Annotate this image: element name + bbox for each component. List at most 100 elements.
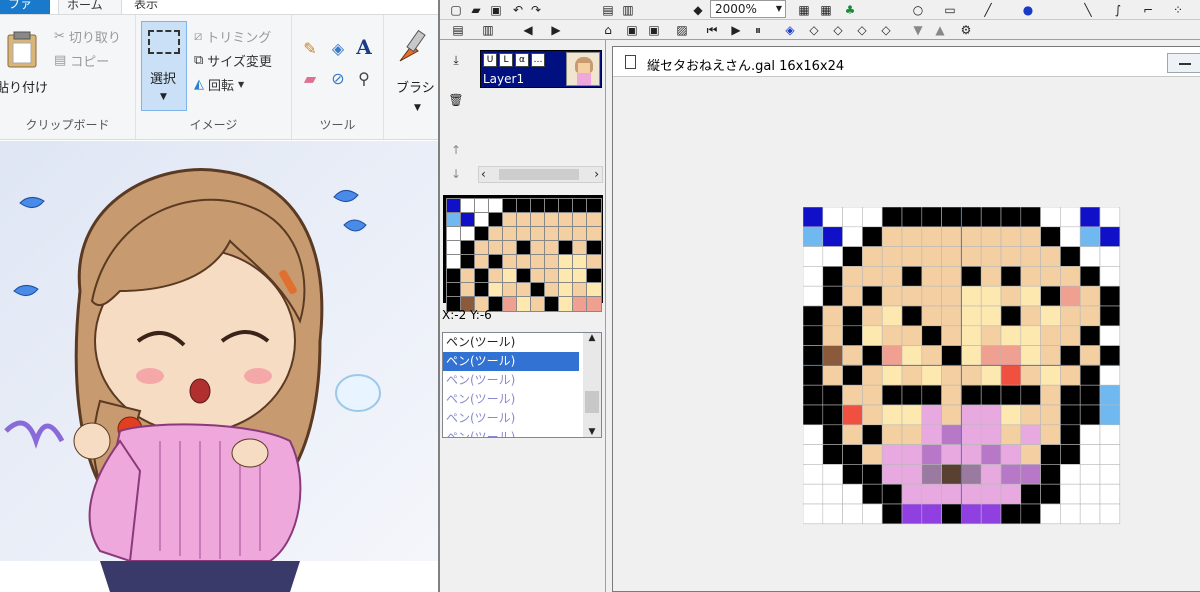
pixel-cell[interactable] — [1079, 345, 1101, 366]
pixel-cell[interactable] — [822, 207, 843, 228]
arrow-down-icon[interactable]: ▼ — [910, 22, 926, 38]
pixel-cell[interactable] — [1000, 404, 1022, 426]
pixel-cell[interactable] — [980, 266, 1002, 287]
pixel-cell[interactable] — [901, 345, 923, 366]
pixel-cell[interactable] — [1099, 266, 1121, 287]
pixel-cell[interactable] — [862, 226, 883, 247]
pencil-icon[interactable]: ✎ — [300, 39, 320, 59]
pixel-cell[interactable] — [842, 503, 863, 525]
layer-toggle-more[interactable]: … — [531, 53, 545, 67]
pixel-cell[interactable] — [842, 464, 863, 485]
layer-toggle-l[interactable]: L — [499, 53, 513, 67]
pixel-cell[interactable] — [1040, 207, 1061, 228]
tab-view[interactable]: 表示 — [126, 0, 176, 14]
pixel-cell[interactable] — [881, 365, 903, 386]
pixel-cell[interactable] — [921, 384, 942, 406]
home-icon[interactable]: ⌂ — [600, 22, 616, 38]
pixel-cell[interactable] — [980, 483, 1002, 505]
pixel-cell[interactable] — [961, 325, 982, 346]
pixel-cell[interactable] — [1000, 503, 1022, 525]
pixel-cell[interactable] — [980, 503, 1002, 525]
pixel-cell[interactable] — [980, 325, 1002, 346]
resize-button[interactable]: ⧉ サイズ変更 — [194, 51, 272, 70]
pixel-cell[interactable] — [1020, 444, 1041, 465]
pixel-cell[interactable] — [921, 444, 942, 465]
pixel-cell[interactable] — [921, 365, 942, 386]
pixel-cell[interactable] — [941, 404, 962, 426]
document-titlebar[interactable]: 縦セタおねえさん.gal 16x16x24 — [613, 47, 1200, 77]
pixel-cell[interactable] — [1000, 384, 1022, 406]
polyline-icon[interactable]: ⌐ — [1140, 2, 1156, 18]
pixel-cell[interactable] — [1060, 384, 1081, 406]
pixel-cell[interactable] — [941, 384, 962, 406]
pixel-cell[interactable] — [1040, 424, 1061, 445]
history-item[interactable]: ペン(ツール) — [443, 409, 579, 428]
pixel-cell[interactable] — [881, 345, 903, 366]
pixel-cell[interactable] — [822, 444, 843, 465]
pixel-cell[interactable] — [842, 404, 863, 426]
scroll-thumb[interactable] — [585, 391, 599, 413]
pixel-cell[interactable] — [1060, 483, 1081, 505]
pixel-cell[interactable] — [1020, 226, 1041, 247]
pixel-cell[interactable] — [862, 285, 883, 307]
pixel-cell[interactable] — [881, 483, 903, 505]
pixel-cell[interactable] — [901, 404, 923, 426]
pixel-cell[interactable] — [901, 365, 923, 386]
pixel-cell[interactable] — [1099, 226, 1121, 247]
curve-icon[interactable]: ∫ — [1110, 2, 1126, 18]
pixel-cell[interactable] — [862, 266, 883, 287]
zoom-select[interactable]: 2000% ▼ — [710, 0, 786, 18]
pixel-cell[interactable] — [803, 207, 824, 228]
pixel-cell[interactable] — [803, 424, 824, 445]
pixel-cell[interactable] — [921, 207, 942, 228]
pixel-cell[interactable] — [961, 285, 982, 307]
pixel-cell[interactable] — [1099, 285, 1121, 307]
pixel-cell[interactable] — [980, 365, 1002, 386]
pixel-cell[interactable] — [980, 384, 1002, 406]
pixel-cell[interactable] — [1099, 384, 1121, 406]
frame-paste-icon[interactable]: ▣ — [646, 22, 662, 38]
pixel-cell[interactable] — [1020, 285, 1041, 307]
pixel-cell[interactable] — [842, 285, 863, 307]
history-item[interactable]: ペン(ツール) — [443, 333, 579, 352]
chevron-right-icon[interactable]: › — [594, 167, 599, 181]
pixel-cell[interactable] — [1079, 483, 1101, 505]
pixel-cell[interactable] — [803, 305, 824, 327]
layer-down-icon[interactable]: ↓ — [448, 166, 464, 182]
pixel-cell[interactable] — [1079, 305, 1101, 327]
fill-icon[interactable]: ● — [1020, 2, 1036, 18]
pixel-cell[interactable] — [1000, 246, 1022, 267]
pixel-cell[interactable] — [901, 246, 923, 267]
pixel-cell[interactable] — [921, 266, 942, 287]
pixel-cell[interactable] — [1020, 325, 1041, 346]
pixel-cell[interactable] — [862, 246, 883, 267]
prev-frame-icon[interactable]: ◀ — [520, 22, 536, 38]
pixel-cell[interactable] — [1060, 246, 1081, 267]
frame-delete-icon[interactable]: ▨ — [674, 22, 690, 38]
mask-add-icon[interactable]: ◇ — [830, 22, 846, 38]
pixel-cell[interactable] — [1079, 444, 1101, 465]
pixel-cell[interactable] — [1099, 345, 1121, 366]
pixel-cell[interactable] — [1000, 325, 1022, 346]
pixel-cell[interactable] — [862, 464, 883, 485]
pixel-cell[interactable] — [1079, 464, 1101, 485]
magnifier-icon[interactable]: ⚲ — [354, 69, 374, 89]
tab-home[interactable]: ホーム — [58, 0, 122, 14]
paint-icon[interactable]: ◆ — [690, 2, 706, 18]
history-item[interactable]: ペン(ツール) — [443, 390, 579, 409]
pixel-cell[interactable] — [1000, 483, 1022, 505]
pixel-cell[interactable] — [803, 365, 824, 386]
pixel-cell[interactable] — [921, 424, 942, 445]
tab-file[interactable]: ファイル — [0, 0, 50, 31]
settings-icon[interactable]: ⚙ — [958, 22, 974, 38]
save-icon[interactable]: ▣ — [488, 2, 504, 18]
pixel-cell[interactable] — [901, 424, 923, 445]
pixel-cell[interactable] — [941, 226, 962, 247]
pixel-cell[interactable] — [1000, 365, 1022, 386]
history-item[interactable]: ペン(ツール) — [443, 371, 579, 390]
arrow-up-icon[interactable]: ▲ — [932, 22, 948, 38]
pixel-cell[interactable] — [862, 305, 883, 327]
new-file-icon[interactable]: ▢ — [448, 2, 464, 18]
pixel-cell[interactable] — [961, 444, 982, 465]
line-tool-icon[interactable]: ╲ — [1080, 2, 1096, 18]
